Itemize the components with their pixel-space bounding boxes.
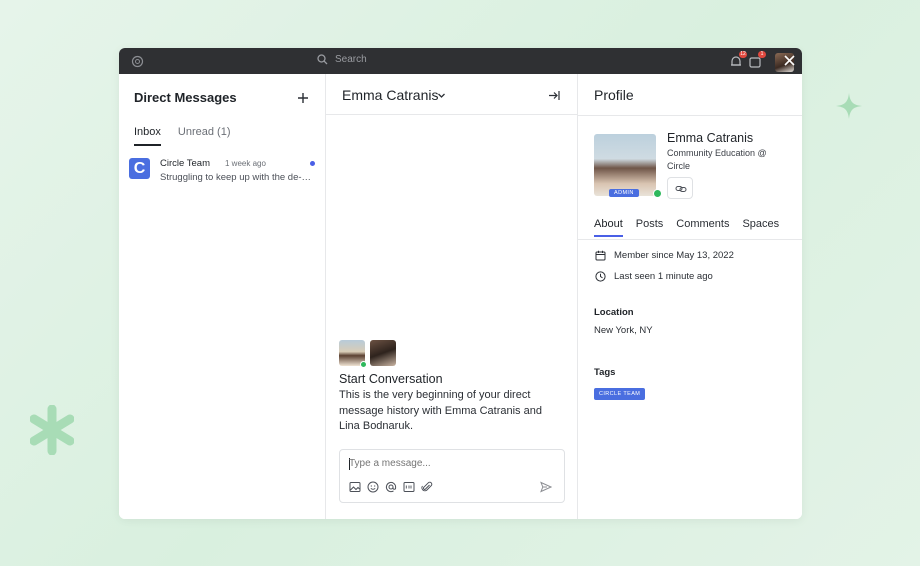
sparkle-decoration-icon [836,93,862,119]
clock-icon [595,271,606,282]
member-since-row: Member since May 13, 2022 [595,250,734,261]
admin-badge: ADMIN [609,189,639,197]
chevron-down-icon[interactable] [437,91,446,100]
profile-tabs: About Posts Comments Spaces [594,218,779,237]
chat-header: Emma Catranis [326,74,578,115]
start-conversation-title: Start Conversation [339,372,443,386]
app-window: Search 12 1 Direct Messages Inbox Unread… [119,48,802,519]
search-bar[interactable]: Search [317,54,367,65]
start-conversation-description: This is the very beginning of your direc… [339,389,542,432]
tab-posts[interactable]: Posts [636,218,664,237]
unread-dot [310,161,315,166]
conversation-preview: Struggling to keep up with the de-… [160,172,312,183]
tab-about[interactable]: About [594,218,623,237]
chat-recipient-name[interactable]: Emma Catranis [342,87,438,103]
location-label: Location [594,307,634,318]
profile-role: Community Education @ Circle [667,148,767,171]
location-value: New York, NY [594,325,653,336]
tab-spaces[interactable]: Spaces [742,218,779,237]
divider [578,239,802,240]
top-bar: Search 12 1 [119,48,802,74]
profile-panel: Profile ADMIN Emma Catranis Community Ed… [578,74,802,519]
collapse-panel-icon[interactable] [548,90,560,101]
divider [578,115,802,116]
direct-messages-panel: Direct Messages Inbox Unread (1) C Circl… [119,74,326,519]
member-since-text: Member since May 13, 2022 [614,250,734,261]
conversation-time: 1 week ago [225,159,266,168]
message-composer [339,449,565,503]
profile-avatar [594,134,662,198]
close-icon[interactable] [783,54,796,67]
inbox-tabs: Inbox Unread (1) [134,126,231,146]
link-icon [675,186,687,192]
participant-avatar [339,340,367,368]
chat-panel: Emma Catranis Start Conversation This is… [326,74,578,519]
search-placeholder: Search [335,54,367,65]
last-seen-row: Last seen 1 minute ago [595,271,713,282]
messages-button[interactable]: 1 [748,51,766,69]
composer-toolbar [349,481,433,493]
gif-icon[interactable] [403,481,415,493]
tag-badge[interactable]: CIRCLE TEAM [594,388,646,400]
online-indicator [653,189,662,198]
notifications-badge: 12 [739,51,747,58]
new-message-plus-icon[interactable] [297,92,309,104]
image-icon[interactable] [349,481,361,493]
copy-link-button[interactable] [667,177,693,199]
circle-logo: C [129,158,150,179]
tags-label: Tags [594,367,616,378]
search-icon [317,54,328,65]
direct-messages-title: Direct Messages [134,90,237,105]
last-seen-text: Last seen 1 minute ago [614,271,713,282]
conversation-item[interactable]: C Circle Team 1 week ago Struggling to k… [129,158,319,186]
send-icon[interactable] [540,481,552,493]
community-home-icon[interactable] [131,55,144,68]
participant-avatar [370,340,396,366]
participant-avatars [339,340,396,368]
online-indicator [360,361,367,368]
notifications-button[interactable]: 12 [729,51,747,69]
mention-icon[interactable] [385,481,397,493]
tab-inbox[interactable]: Inbox [134,126,161,146]
emoji-icon[interactable] [367,481,379,493]
attachment-icon[interactable] [421,481,433,493]
asterisk-decoration-icon [30,405,74,455]
message-input[interactable] [349,458,554,469]
profile-title: Profile [594,87,634,103]
conversation-name: Circle Team [160,158,210,169]
messages-badge: 1 [758,51,766,58]
tab-unread[interactable]: Unread (1) [178,126,231,146]
calendar-icon [595,250,606,261]
profile-name: Emma Catranis [667,131,754,145]
tab-comments[interactable]: Comments [676,218,729,237]
